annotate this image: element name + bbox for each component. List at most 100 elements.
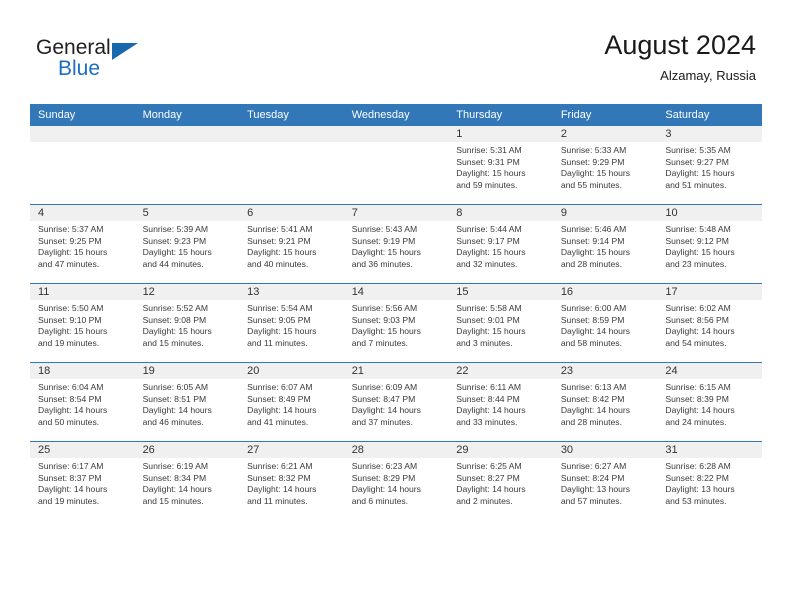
sunrise-text: Sunrise: 5:48 AM (665, 224, 731, 234)
day-cell: 26 Sunrise: 6:19 AM Sunset: 8:34 PM Dayligh… (134, 442, 240, 520)
calendar-day-cell[interactable]: 21 Sunrise: 6:09 AM Sunset: 8:47 PM Dayligh… (343, 362, 449, 442)
logo[interactable]: General Blue (36, 36, 156, 88)
calendar-day-cell[interactable]: 28 Sunrise: 6:23 AM Sunset: 8:29 PM Dayligh… (343, 441, 449, 520)
calendar-day-cell[interactable]: 7 Sunrise: 5:43 AM Sunset: 9:19 PM Daylight… (343, 204, 449, 284)
calendar-day-cell[interactable]: 1 Sunrise: 5:31 AM Sunset: 9:31 PM Daylight… (448, 126, 553, 205)
calendar-day-cell[interactable]: 19 Sunrise: 6:05 AM Sunset: 8:51 PM Dayligh… (134, 362, 240, 442)
day-cell: 22 Sunrise: 6:11 AM Sunset: 8:44 PM Dayligh… (448, 363, 553, 441)
day-cell: 9 Sunrise: 5:46 AM Sunset: 9:14 PM Daylight… (552, 205, 658, 283)
calendar-day-cell[interactable]: 29 Sunrise: 6:25 AM Sunset: 8:27 PM Dayligh… (448, 441, 553, 520)
sunset-text: Sunset: 8:47 PM (351, 393, 416, 404)
sunrise-text: Sunrise: 6:11 AM (456, 382, 522, 392)
day-sun-info: Sunrise: 5:35 AM Sunset: 9:27 PM Daylight:… (657, 142, 762, 191)
calendar-day-cell[interactable]: 31 Sunrise: 6:28 AM Sunset: 8:22 PM Dayligh… (657, 441, 762, 520)
daylight-text-line1: Daylight: 15 hours (456, 326, 526, 337)
daylight-text-line2: and 47 minutes. (38, 258, 100, 269)
day-number: 22 (448, 363, 553, 379)
sunset-text: Sunset: 8:51 PM (142, 393, 207, 404)
day-number: 23 (552, 363, 658, 379)
calendar-day-cell[interactable]: 5 Sunrise: 5:39 AM Sunset: 9:23 PM Daylight… (134, 204, 240, 284)
calendar-day-cell[interactable]: 13 Sunrise: 5:54 AM Sunset: 9:05 PM Dayligh… (239, 283, 344, 363)
title-block: August 2024 Alzamay, Russia (604, 28, 756, 86)
daylight-text-line1: Daylight: 15 hours (142, 247, 212, 258)
daylight-text-line2: and 6 minutes. (351, 495, 409, 506)
weekday-header-thursday: Thursday (448, 104, 553, 126)
calendar-day-cell[interactable]: 30 Sunrise: 6:27 AM Sunset: 8:24 PM Dayligh… (552, 441, 658, 520)
calendar-day-cell[interactable]: 6 Sunrise: 5:41 AM Sunset: 9:21 PM Daylight… (239, 204, 344, 284)
daylight-text-line2: and 40 minutes. (247, 258, 309, 269)
day-cell: 21 Sunrise: 6:09 AM Sunset: 8:47 PM Dayligh… (343, 363, 449, 441)
day-number: 30 (552, 442, 658, 458)
calendar-day-cell[interactable]: 10 Sunrise: 5:48 AM Sunset: 9:12 PM Dayligh… (657, 204, 762, 284)
calendar-table: Sunday Monday Tuesday Wednesday Thursday… (30, 104, 762, 520)
daylight-text-line1: Daylight: 14 hours (351, 405, 421, 416)
empty-day-cell (343, 126, 449, 204)
day-number: 5 (134, 205, 240, 221)
calendar-day-cell[interactable] (343, 126, 449, 205)
daylight-text-line1: Daylight: 15 hours (560, 168, 631, 179)
calendar-day-cell[interactable]: 8 Sunrise: 5:44 AM Sunset: 9:17 PM Daylight… (448, 204, 553, 284)
day-number: 26 (134, 442, 240, 458)
calendar-day-cell[interactable]: 4 Sunrise: 5:37 AM Sunset: 9:25 PM Daylight… (30, 204, 135, 284)
calendar-day-cell[interactable]: 18 Sunrise: 6:04 AM Sunset: 8:54 PM Dayligh… (30, 362, 135, 442)
calendar-day-cell[interactable]: 26 Sunrise: 6:19 AM Sunset: 8:34 PM Dayligh… (134, 441, 240, 520)
page-title: August 2024 (604, 30, 756, 60)
day-sun-info: Sunrise: 5:52 AM Sunset: 9:08 PM Daylight:… (135, 300, 240, 349)
sunrise-text: Sunrise: 6:05 AM (142, 382, 209, 392)
day-cell: 23 Sunrise: 6:13 AM Sunset: 8:42 PM Dayligh… (552, 363, 658, 441)
day-number: 6 (239, 205, 344, 221)
calendar-day-cell[interactable]: 20 Sunrise: 6:07 AM Sunset: 8:49 PM Dayligh… (239, 362, 344, 442)
calendar-day-cell[interactable]: 22 Sunrise: 6:11 AM Sunset: 8:44 PM Dayligh… (448, 362, 553, 442)
day-cell: 5 Sunrise: 5:39 AM Sunset: 9:23 PM Daylight… (134, 205, 240, 283)
sunset-text: Sunset: 9:05 PM (247, 314, 311, 325)
day-cell: 20 Sunrise: 6:07 AM Sunset: 8:49 PM Dayligh… (239, 363, 344, 441)
weekday-header-friday: Friday (552, 104, 658, 126)
daylight-text-line2: and 51 minutes. (665, 179, 727, 190)
sunset-text: Sunset: 9:23 PM (142, 235, 207, 246)
day-cell: 7 Sunrise: 5:43 AM Sunset: 9:19 PM Daylight… (343, 205, 449, 283)
calendar-day-cell[interactable]: 23 Sunrise: 6:13 AM Sunset: 8:42 PM Dayligh… (552, 362, 658, 442)
daylight-text-line1: Daylight: 15 hours (142, 326, 212, 337)
calendar-day-cell[interactable] (134, 126, 240, 205)
calendar-day-cell[interactable]: 16 Sunrise: 6:00 AM Sunset: 8:59 PM Dayligh… (552, 283, 658, 363)
calendar-day-cell[interactable]: 25 Sunrise: 6:17 AM Sunset: 8:37 PM Dayligh… (30, 441, 135, 520)
calendar-day-cell[interactable]: 11 Sunrise: 5:50 AM Sunset: 9:10 PM Dayligh… (30, 283, 135, 363)
day-sun-info: Sunrise: 6:04 AM Sunset: 8:54 PM Daylight:… (30, 379, 135, 428)
day-sun-info: Sunrise: 6:15 AM Sunset: 8:39 PM Daylight:… (657, 379, 762, 428)
sunset-text: Sunset: 8:22 PM (665, 472, 729, 483)
sunset-text: Sunset: 8:54 PM (38, 393, 102, 404)
sunset-text: Sunset: 8:32 PM (247, 472, 311, 483)
weekday-header-monday: Monday (134, 104, 240, 126)
calendar-day-cell[interactable] (30, 126, 135, 205)
day-sun-info: Sunrise: 6:21 AM Sunset: 8:32 PM Daylight:… (239, 458, 344, 507)
day-number (134, 126, 240, 142)
day-number: 4 (30, 205, 135, 221)
calendar-day-cell[interactable]: 24 Sunrise: 6:15 AM Sunset: 8:39 PM Dayligh… (657, 362, 762, 442)
daylight-text-line1: Daylight: 14 hours (560, 405, 631, 416)
calendar-day-cell[interactable]: 2 Sunrise: 5:33 AM Sunset: 9:29 PM Daylight… (552, 126, 658, 205)
sunset-text: Sunset: 8:34 PM (142, 472, 207, 483)
daylight-text-line1: Daylight: 15 hours (351, 326, 421, 337)
calendar-day-cell[interactable]: 14 Sunrise: 5:56 AM Sunset: 9:03 PM Dayligh… (343, 283, 449, 363)
calendar-day-cell[interactable]: 17 Sunrise: 6:02 AM Sunset: 8:56 PM Dayligh… (657, 283, 762, 363)
day-cell: 14 Sunrise: 5:56 AM Sunset: 9:03 PM Dayligh… (343, 284, 449, 362)
day-sun-info: Sunrise: 6:09 AM Sunset: 8:47 PM Daylight:… (344, 379, 449, 428)
sunrise-text: Sunrise: 5:37 AM (38, 224, 104, 234)
day-sun-info: Sunrise: 5:58 AM Sunset: 9:01 PM Daylight:… (448, 300, 553, 349)
calendar-day-cell[interactable]: 9 Sunrise: 5:46 AM Sunset: 9:14 PM Daylight… (552, 204, 658, 284)
triangle-icon (112, 43, 138, 60)
day-number: 25 (30, 442, 135, 458)
calendar-day-cell[interactable]: 12 Sunrise: 5:52 AM Sunset: 9:08 PM Dayligh… (134, 283, 240, 363)
calendar-day-cell[interactable]: 3 Sunrise: 5:35 AM Sunset: 9:27 PM Daylight… (657, 126, 762, 205)
day-sun-info: Sunrise: 5:46 AM Sunset: 9:14 PM Daylight:… (553, 221, 658, 270)
day-cell: 13 Sunrise: 5:54 AM Sunset: 9:05 PM Dayligh… (239, 284, 344, 362)
calendar-day-cell[interactable] (239, 126, 344, 205)
page-header: General Blue August 2024 Alzamay, Russia (0, 0, 792, 100)
day-number: 17 (657, 284, 762, 300)
sunrise-text: Sunrise: 5:31 AM (456, 145, 522, 155)
calendar-week-row: 25 Sunrise: 6:17 AM Sunset: 8:37 PM Dayligh… (30, 441, 762, 520)
daylight-text-line1: Daylight: 15 hours (456, 168, 526, 179)
calendar-day-cell[interactable]: 15 Sunrise: 5:58 AM Sunset: 9:01 PM Dayligh… (448, 283, 553, 363)
daylight-text-line2: and 15 minutes. (142, 495, 204, 506)
calendar-day-cell[interactable]: 27 Sunrise: 6:21 AM Sunset: 8:32 PM Dayligh… (239, 441, 344, 520)
